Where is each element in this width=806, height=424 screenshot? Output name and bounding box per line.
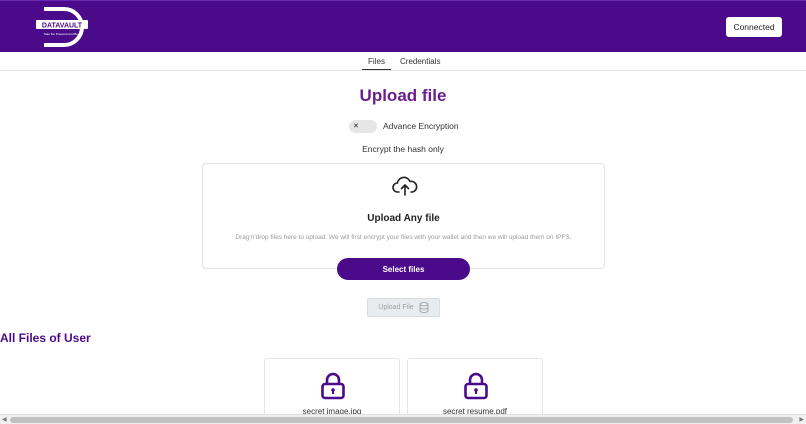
upload-file-button[interactable]: Upload File (367, 298, 440, 317)
encryption-toggle-row: ✕ Advance Encryption (349, 119, 459, 133)
page-title: Upload file (359, 86, 447, 105)
dropzone-description: Drag'n'drop files here to upload. We wil… (235, 234, 572, 241)
advance-encryption-toggle[interactable]: ✕ (349, 119, 377, 133)
tab-files[interactable]: Files (362, 57, 391, 70)
cloud-upload-icon (392, 176, 418, 196)
horizontal-scrollbar[interactable]: ◀ ▶ (0, 414, 806, 424)
file-card[interactable]: secret resume.pdf (407, 358, 543, 420)
dropzone-title: Upload Any file (367, 213, 440, 224)
advance-encryption-label: Advance Encryption (383, 121, 459, 131)
encrypt-hash-text: Encrypt the hash only (362, 144, 444, 154)
lock-icon (464, 372, 488, 400)
upload-file-label: Upload File (378, 304, 414, 311)
all-files-title: All Files of User (0, 331, 91, 345)
datavault-logo[interactable]: DATAVAULT Take the Powered and Be... (30, 7, 94, 47)
connected-button[interactable]: Connected (726, 17, 782, 37)
tab-credentials[interactable]: Credentials (400, 57, 440, 66)
select-files-button[interactable]: Select files (337, 258, 470, 280)
file-card[interactable]: secret image.jpg (264, 358, 400, 420)
scroll-right-icon[interactable]: ▶ (799, 416, 804, 423)
tab-bar: Files Credentials (0, 52, 806, 71)
scroll-left-icon[interactable]: ◀ (2, 416, 7, 423)
file-dropzone[interactable]: Upload Any file Drag'n'drop files here t… (202, 163, 605, 269)
logo-tagline: Take the Powered and Be... (44, 32, 81, 36)
app-header: DATAVAULT Take the Powered and Be... Con… (0, 0, 806, 52)
scrollbar-thumb[interactable] (10, 417, 793, 423)
logo-text: DATAVAULT (42, 22, 83, 29)
toggle-off-icon: ✕ (353, 122, 359, 130)
lock-icon (321, 372, 345, 400)
database-icon (419, 302, 429, 313)
